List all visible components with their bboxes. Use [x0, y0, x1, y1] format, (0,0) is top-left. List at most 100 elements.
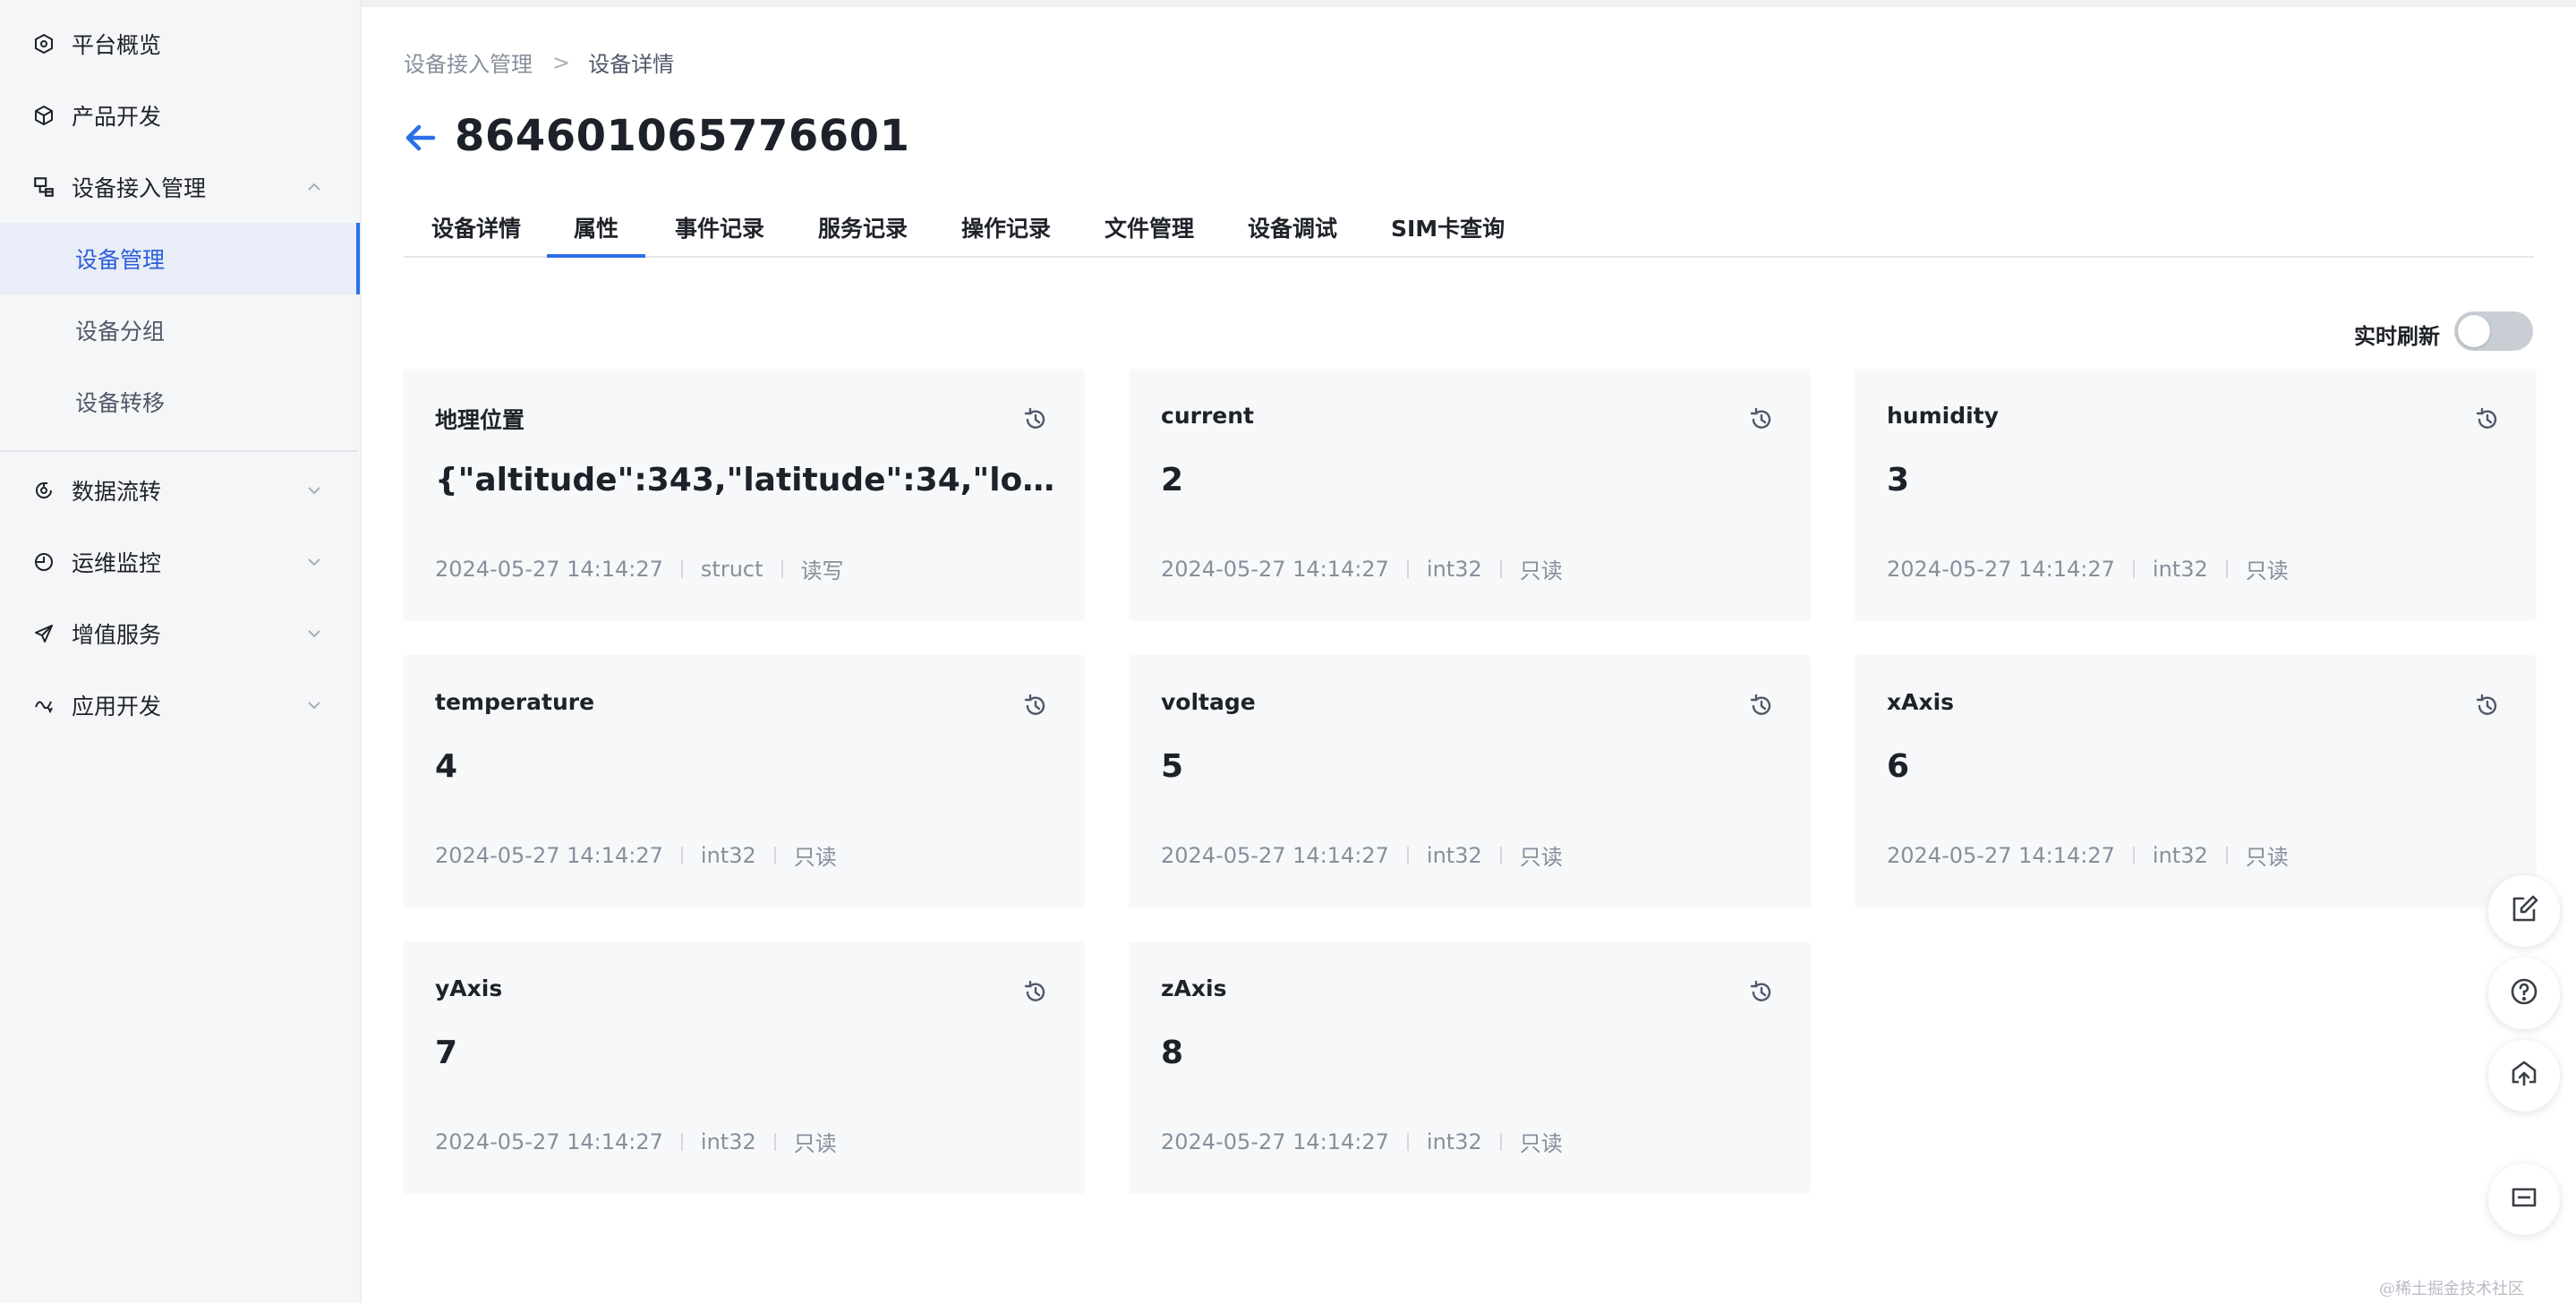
realtime-refresh-toggle[interactable]	[2454, 311, 2533, 351]
history-icon[interactable]	[1748, 406, 1775, 433]
history-icon[interactable]	[1748, 693, 1775, 720]
tab-device-details[interactable]: 设备详情	[431, 211, 521, 243]
page-title: 864601065776601	[455, 111, 910, 161]
edit-button[interactable]	[2488, 875, 2560, 947]
tab-event-log[interactable]: 事件记录	[675, 211, 764, 243]
sidebar-item-value-added[interactable]: 增值服务	[0, 598, 358, 669]
meta-divider	[680, 846, 683, 864]
breadcrumb: 设备接入管理 > 设备详情	[404, 47, 674, 78]
tab-file-management[interactable]: 文件管理	[1105, 211, 1194, 243]
sidebar-item-app-dev[interactable]: 应用开发	[0, 669, 358, 741]
property-meta: 2024-05-27 14:14:27 int32 只读	[1161, 839, 1563, 871]
property-card-location: 地理位置 {"altitude":343,"latitude":34,"long…	[403, 369, 1085, 621]
property-timestamp: 2024-05-27 14:14:27	[1887, 556, 2115, 582]
property-type: int32	[700, 842, 756, 868]
property-card-xaxis: xAxis 6 2024-05-27 14:14:27 int32 只读	[1855, 655, 2537, 907]
chevron-down-icon	[304, 481, 324, 500]
property-name: yAxis	[435, 975, 503, 1001]
property-name: 地理位置	[435, 407, 525, 433]
property-meta: 2024-05-27 14:14:27 int32 只读	[435, 839, 837, 871]
history-icon[interactable]	[1022, 406, 1049, 433]
minimize-button[interactable]	[2488, 1163, 2560, 1235]
meta-divider	[780, 559, 783, 578]
sidebar-subitem-device-management[interactable]: 设备管理	[0, 223, 360, 294]
history-icon[interactable]	[1022, 979, 1049, 1006]
history-icon[interactable]	[2474, 406, 2501, 433]
meta-divider	[2132, 846, 2135, 864]
cloud-upload-icon	[2508, 1058, 2540, 1094]
sidebar-subitem-label: 设备分组	[75, 319, 166, 345]
tab-device-debug[interactable]: 设备调试	[1248, 211, 1337, 243]
meta-divider	[2225, 559, 2228, 578]
hexagon-icon	[30, 30, 57, 57]
property-meta: 2024-05-27 14:14:27 int32 只读	[435, 1126, 837, 1157]
paper-plane-icon	[30, 620, 57, 647]
tab-bar: 设备详情 属性 事件记录 服务记录 操作记录 文件管理 设备调试 SIM卡查询	[404, 208, 2534, 258]
property-name: current	[1161, 403, 1254, 429]
breadcrumb-current: 设备详情	[588, 52, 675, 77]
meta-divider	[1499, 559, 1502, 578]
back-arrow-icon[interactable]	[403, 120, 439, 156]
property-access: 只读	[1519, 558, 1563, 583]
property-value: 7	[435, 1035, 458, 1071]
meta-divider	[1499, 1132, 1502, 1151]
edit-icon	[2509, 894, 2539, 928]
property-access: 只读	[1519, 845, 1563, 870]
sidebar-item-product-dev[interactable]: 产品开发	[0, 80, 358, 151]
data-flow-icon	[30, 477, 57, 504]
top-border	[0, 0, 2576, 7]
cloud-upload-button[interactable]	[2488, 1040, 2560, 1111]
meta-divider	[680, 1132, 683, 1151]
minimize-icon	[2510, 1183, 2538, 1215]
property-access: 只读	[793, 1131, 837, 1156]
tab-operation-log[interactable]: 操作记录	[961, 211, 1051, 243]
property-timestamp: 2024-05-27 14:14:27	[1161, 556, 1389, 582]
chevron-down-icon	[304, 695, 324, 715]
history-icon[interactable]	[1022, 693, 1049, 720]
property-value: 2	[1161, 462, 1184, 498]
property-card-current: current 2 2024-05-27 14:14:27 int32 只读	[1129, 369, 1811, 621]
property-meta: 2024-05-27 14:14:27 int32 只读	[1887, 553, 2289, 584]
sidebar-subitem-device-transfer[interactable]: 设备转移	[0, 366, 358, 438]
history-icon[interactable]	[2474, 693, 2501, 720]
property-meta: 2024-05-27 14:14:27 int32 只读	[1887, 839, 2289, 871]
app-dev-icon	[30, 692, 57, 719]
toggle-knob	[2458, 315, 2490, 347]
property-value: 3	[1887, 462, 1910, 498]
property-value: {"altitude":343,"latitude":34,"longitud.…	[435, 462, 1062, 498]
sidebar-item-data-flow[interactable]: 数据流转	[0, 455, 358, 526]
property-timestamp: 2024-05-27 14:14:27	[435, 556, 663, 582]
tab-sim-query[interactable]: SIM卡查询	[1391, 211, 1505, 243]
sidebar-item-label: 运维监控	[72, 550, 162, 576]
meta-divider	[1406, 1132, 1409, 1151]
property-name: temperature	[435, 689, 595, 715]
tab-service-log[interactable]: 服务记录	[818, 211, 908, 243]
sidebar-item-label: 增值服务	[72, 622, 162, 648]
property-type: struct	[700, 556, 763, 582]
help-button[interactable]	[2488, 958, 2560, 1029]
property-name: voltage	[1161, 689, 1256, 715]
sidebar-item-platform-overview[interactable]: 平台概览	[0, 8, 358, 80]
tab-properties[interactable]: 属性	[546, 211, 646, 258]
sidebar-item-device-access[interactable]: 设备接入管理	[0, 151, 358, 223]
history-icon[interactable]	[1748, 979, 1775, 1006]
property-value: 8	[1161, 1035, 1184, 1071]
property-timestamp: 2024-05-27 14:14:27	[435, 1128, 663, 1154]
property-value: 5	[1161, 748, 1184, 785]
property-timestamp: 2024-05-27 14:14:27	[1161, 1128, 1389, 1154]
property-timestamp: 2024-05-27 14:14:27	[1887, 842, 2115, 868]
breadcrumb-parent-link[interactable]: 设备接入管理	[404, 47, 533, 78]
property-meta: 2024-05-27 14:14:27 struct 读写	[435, 553, 844, 584]
property-type: int32	[1426, 842, 1482, 868]
property-type: int32	[700, 1128, 756, 1154]
sidebar-subitem-device-group[interactable]: 设备分组	[0, 294, 358, 366]
property-type: int32	[1426, 1128, 1482, 1154]
chevron-up-icon	[304, 177, 324, 197]
property-value: 4	[435, 748, 458, 785]
property-name: zAxis	[1161, 975, 1227, 1001]
sidebar-item-label: 平台概览	[72, 32, 162, 58]
sidebar-item-ops-monitor[interactable]: 运维监控	[0, 526, 358, 598]
meta-divider	[2132, 559, 2135, 578]
sidebar-item-label: 应用开发	[72, 694, 162, 720]
watermark: @稀土掘金技术社区	[2379, 1280, 2524, 1299]
